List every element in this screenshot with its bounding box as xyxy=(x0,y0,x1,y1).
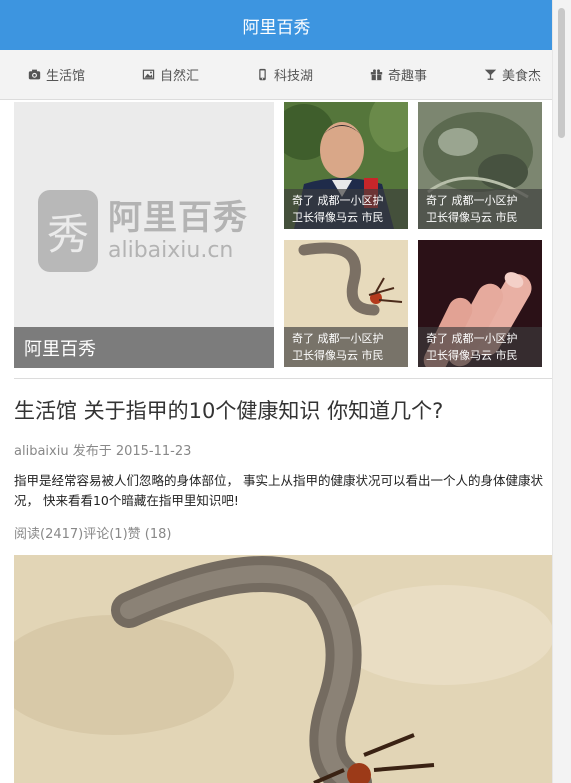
cocktail-icon xyxy=(484,69,497,80)
category-item-food[interactable]: 美食杰 xyxy=(484,65,541,84)
article-date: 发布于 2015-11-23 xyxy=(72,444,192,459)
article-meta: alibaixiu 发布于 2015-11-23 xyxy=(14,440,553,459)
gift-icon xyxy=(370,69,383,81)
category-label: 自然汇 xyxy=(159,69,199,84)
featured-main-caption: 阿里百秀 xyxy=(14,327,274,368)
image-icon xyxy=(142,69,155,80)
featured-grid: 秀 阿里百秀 alibaixiu.cn 阿里百秀 奇了 成都一小区护 卫长得像马… xyxy=(14,102,553,368)
category-item-fun[interactable]: 奇趣事 xyxy=(370,65,427,84)
page: 阿里百秀 生活馆 自然汇 科技湖 奇趣事 美食杰 秀 阿里百秀 alibaixi… xyxy=(0,0,553,783)
article-stats: 阅读(2417) 评论(1) 赞 (18) xyxy=(14,523,553,542)
thumb-caption: 奇了 成都一小区护 卫长得像马云 市民 xyxy=(284,189,408,229)
vertical-scrollbar[interactable] xyxy=(552,0,571,783)
like-button[interactable]: 赞 (18) xyxy=(128,523,172,542)
featured-thumb[interactable]: 奇了 成都一小区护 卫长得像马云 市民 xyxy=(284,102,408,229)
article-title[interactable]: 生活馆 关于指甲的10个健康知识 你知道几个? xyxy=(14,396,553,426)
comment-link[interactable]: 评论(1) xyxy=(83,523,127,542)
site-title[interactable]: 阿里百秀 xyxy=(243,13,311,38)
thumb-caption: 奇了 成都一小区护 卫长得像马云 市民 xyxy=(284,327,408,367)
snake-photo-large xyxy=(14,555,553,783)
featured-thumb[interactable]: 奇了 成都一小区护 卫长得像马云 市民 xyxy=(284,240,408,367)
featured-thumb[interactable]: 奇了 成都一小区护 卫长得像马云 市民 xyxy=(418,240,542,367)
thumb-caption: 奇了 成都一小区护 卫长得像马云 市民 xyxy=(418,327,542,367)
category-label: 科技湖 xyxy=(273,69,313,84)
category-item-tech[interactable]: 科技湖 xyxy=(256,65,313,84)
logo-text-en: alibaixiu.cn xyxy=(108,238,234,263)
featured-main[interactable]: 秀 阿里百秀 alibaixiu.cn 阿里百秀 xyxy=(14,102,274,368)
mobile-icon xyxy=(259,68,266,81)
article-card: 生活馆 关于指甲的10个健康知识 你知道几个? alibaixiu 发布于 20… xyxy=(14,396,553,542)
read-count: 阅读(2417) xyxy=(14,527,84,542)
category-item-life[interactable]: 生活馆 xyxy=(28,65,85,84)
scrollbar-thumb[interactable] xyxy=(558,8,565,138)
article-image[interactable] xyxy=(14,555,553,783)
thumb-caption: 奇了 成都一小区护 卫长得像马云 市民 xyxy=(418,189,542,229)
article-summary: 指甲是经常容易被人们忽略的身体部位， 事实上从指甲的健康状况可以看出一个人的身体… xyxy=(14,473,543,508)
camera-icon xyxy=(28,69,41,80)
category-nav: 生活馆 自然汇 科技湖 奇趣事 美食杰 xyxy=(0,50,553,100)
category-item-nature[interactable]: 自然汇 xyxy=(142,65,199,84)
alibaixiu-logo: 秀 阿里百秀 alibaixiu.cn xyxy=(38,190,248,272)
site-header: 阿里百秀 xyxy=(0,0,553,50)
article-author[interactable]: alibaixiu xyxy=(14,444,69,459)
section-divider xyxy=(14,378,553,379)
category-label: 美食杰 xyxy=(501,69,541,84)
category-label: 生活馆 xyxy=(46,69,86,84)
category-label: 奇趣事 xyxy=(387,69,427,84)
logo-mark: 秀 xyxy=(38,190,98,272)
logo-text-cn: 阿里百秀 xyxy=(108,198,248,238)
featured-thumb[interactable]: 奇了 成都一小区护 卫长得像马云 市民 xyxy=(418,102,542,229)
